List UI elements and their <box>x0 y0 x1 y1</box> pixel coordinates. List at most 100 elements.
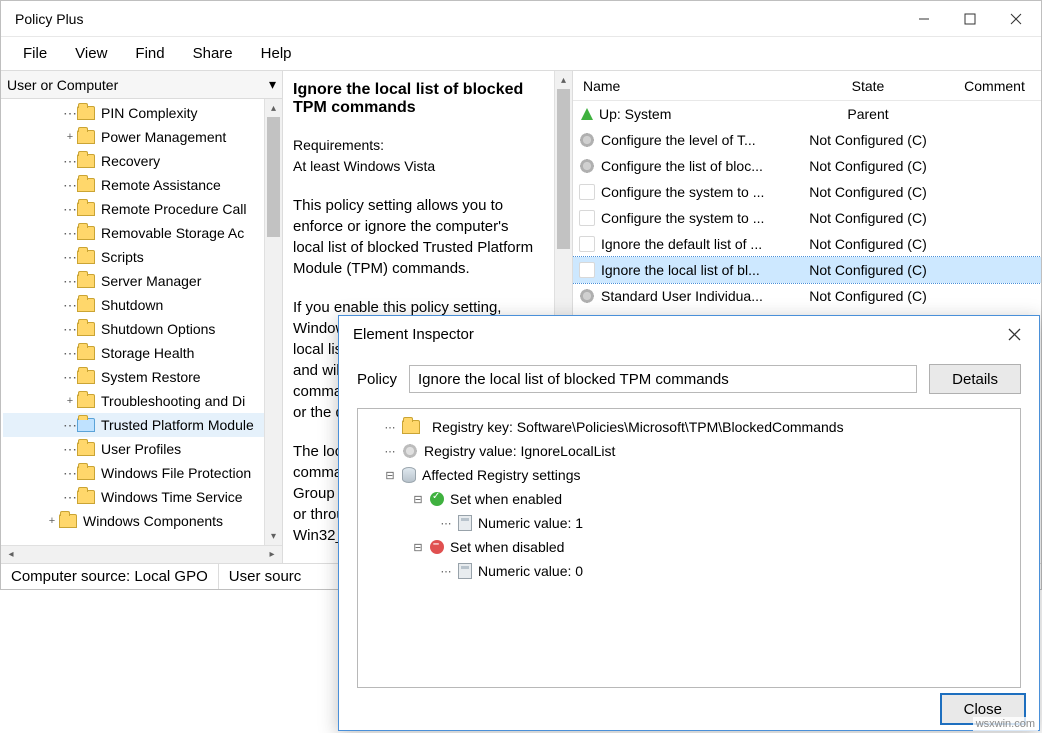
row-state: Not Configured (C) <box>788 132 948 148</box>
tree-item[interactable]: ⋯PIN Complexity <box>3 101 282 125</box>
tree-item[interactable]: ⋯Scripts <box>3 245 282 269</box>
inspector-tree-item[interactable]: ⋯ Registry key: Software\Policies\Microso… <box>362 415 1016 439</box>
inspector-tree-item[interactable]: ⊟Affected Registry settings <box>362 463 1016 487</box>
col-comment[interactable]: Comment <box>948 78 1041 94</box>
titlebar: Policy Plus <box>1 1 1041 37</box>
tree-item[interactable]: ⋯User Profiles <box>3 437 282 461</box>
row-state: Not Configured (C) <box>788 288 948 304</box>
tree-item[interactable]: ⋯Removable Storage Ac <box>3 221 282 245</box>
status-user-source: User sourc <box>219 564 312 589</box>
left-pane: User or Computer ▾ ▴▾ ⋯PIN Complexity+Po… <box>1 71 283 563</box>
list-row[interactable]: Configure the level of T...Not Configure… <box>573 127 1041 153</box>
tree-item-label: System Restore <box>101 369 201 385</box>
folder-icon <box>77 298 95 312</box>
details-button[interactable]: Details <box>929 364 1021 394</box>
inspector-close-icon[interactable] <box>991 318 1037 350</box>
policy-icon <box>579 236 595 252</box>
tree-item[interactable]: ⋯Server Manager <box>3 269 282 293</box>
row-name: Ignore the default list of ... <box>601 236 762 252</box>
inspector-tree-item[interactable]: ⋯ Numeric value: 1 <box>362 511 1016 535</box>
menu-find[interactable]: Find <box>121 41 178 66</box>
menu-view[interactable]: View <box>61 41 121 66</box>
watermark: wsxwin.com <box>973 717 1038 731</box>
window-title: Policy Plus <box>15 11 901 27</box>
tree-item-label: Recovery <box>101 153 160 169</box>
col-state[interactable]: State <box>788 78 948 94</box>
list-row[interactable]: Configure the list of bloc...Not Configu… <box>573 153 1041 179</box>
inspector-tree-item[interactable]: ⊟ Set when enabled <box>362 487 1016 511</box>
tree-item[interactable]: ⋯System Restore <box>3 365 282 389</box>
tree-item[interactable]: +Power Management <box>3 125 282 149</box>
policy-input[interactable] <box>409 365 917 393</box>
scope-combo[interactable]: User or Computer ▾ <box>1 71 282 99</box>
close-button[interactable] <box>993 3 1039 35</box>
scope-combo-label: User or Computer <box>7 77 118 93</box>
tree-item[interactable]: ⋯Remote Procedure Call <box>3 197 282 221</box>
inspector-tree-item[interactable]: ⋯Numeric value: 0 <box>362 559 1016 583</box>
inspector-tree-item[interactable]: ⊟ Set when disabled <box>362 535 1016 559</box>
expander[interactable]: ⋯ <box>384 445 396 458</box>
inspector-body: Policy Details ⋯ Registry key: Software\P… <box>339 352 1039 698</box>
inspector-tree[interactable]: ⋯ Registry key: Software\Policies\Microso… <box>357 408 1021 688</box>
folder-icon <box>77 106 95 120</box>
col-name[interactable]: Name <box>573 78 788 94</box>
menu-help[interactable]: Help <box>247 41 306 66</box>
tree-item-label: Storage Health <box>101 345 194 361</box>
tree-item-label: User Profiles <box>101 441 181 457</box>
tree-item-label: Server Manager <box>101 273 201 289</box>
row-state: Not Configured (C) <box>788 262 948 278</box>
row-name: Ignore the local list of bl... <box>601 262 760 278</box>
tree-hscrollbar[interactable]: ◂▸ <box>1 545 282 563</box>
list-row[interactable]: Standard User Individua... Not Configured… <box>573 283 1041 309</box>
tree-item[interactable]: ⋯Recovery <box>3 149 282 173</box>
row-state: Not Configured (C) <box>788 236 948 252</box>
up-state: Parent <box>788 106 948 122</box>
list-up-row[interactable]: Up: SystemParent <box>573 101 1041 127</box>
tree-item[interactable]: +Troubleshooting and Di <box>3 389 282 413</box>
tree-item[interactable]: ⋯Shutdown Options <box>3 317 282 341</box>
row-state: Not Configured (C) <box>788 210 948 226</box>
policy-icon <box>579 262 595 278</box>
tree-item[interactable]: +Windows Components <box>3 509 282 533</box>
tree-item-label: Removable Storage Ac <box>101 225 244 241</box>
tree-item[interactable]: ⋯Shutdown <box>3 293 282 317</box>
menu-share[interactable]: Share <box>179 41 247 66</box>
expander[interactable]: ⊟ <box>412 493 424 506</box>
list-row[interactable]: Configure the system to ...Not Configure… <box>573 179 1041 205</box>
expander[interactable]: ⋯ <box>440 565 452 578</box>
row-state: Not Configured (C) <box>788 158 948 174</box>
tree-item[interactable]: ⋯Remote Assistance <box>3 173 282 197</box>
policy-label: Policy <box>357 371 397 388</box>
tree-item[interactable]: ⋯Windows Time Service <box>3 485 282 509</box>
list-row[interactable]: Ignore the default list of ... Not Config… <box>573 231 1041 257</box>
nav-tree[interactable]: ▴▾ ⋯PIN Complexity+Power Management⋯Reco… <box>1 99 282 545</box>
row-state: Not Configured (C) <box>788 184 948 200</box>
row-name: Standard User Individua... <box>601 288 763 304</box>
inspector-tree-label: Set when disabled <box>450 539 564 555</box>
tree-item[interactable]: ⋯Windows File Protection <box>3 461 282 485</box>
tree-item[interactable]: ⋯Storage Health <box>3 341 282 365</box>
minimize-button[interactable] <box>901 3 947 35</box>
menu-file[interactable]: File <box>9 41 61 66</box>
inspector-tree-label: Numeric value: 1 <box>478 515 583 531</box>
tree-item-label: Shutdown Options <box>101 321 215 337</box>
folder-icon <box>77 418 95 432</box>
policy-icon <box>579 184 595 200</box>
maximize-button[interactable] <box>947 3 993 35</box>
expander[interactable]: ⋯ <box>440 517 452 530</box>
row-name: Configure the system to ... <box>601 210 764 226</box>
list-row[interactable]: Configure the system to ... Not Configure… <box>573 205 1041 231</box>
expander[interactable]: ⊟ <box>412 541 424 554</box>
expander[interactable]: ⊟ <box>384 469 396 482</box>
folder-icon <box>59 514 77 528</box>
tree-scrollbar[interactable]: ▴▾ <box>264 99 282 545</box>
list-row[interactable]: Ignore the local list of bl... Not Config… <box>573 257 1041 283</box>
folder-icon <box>77 202 95 216</box>
expander[interactable]: ⋯ <box>384 421 396 434</box>
policy-icon <box>579 210 595 226</box>
inspector-tree-label: Set when enabled <box>450 491 562 507</box>
tree-item[interactable]: ⋯Trusted Platform Module <box>3 413 282 437</box>
description-1: This policy setting allows you to enforc… <box>293 195 542 279</box>
inspector-tree-label: Registry key: Software\Policies\Microsof… <box>432 419 844 435</box>
inspector-tree-item[interactable]: ⋯Registry value: IgnoreLocalList <box>362 439 1016 463</box>
